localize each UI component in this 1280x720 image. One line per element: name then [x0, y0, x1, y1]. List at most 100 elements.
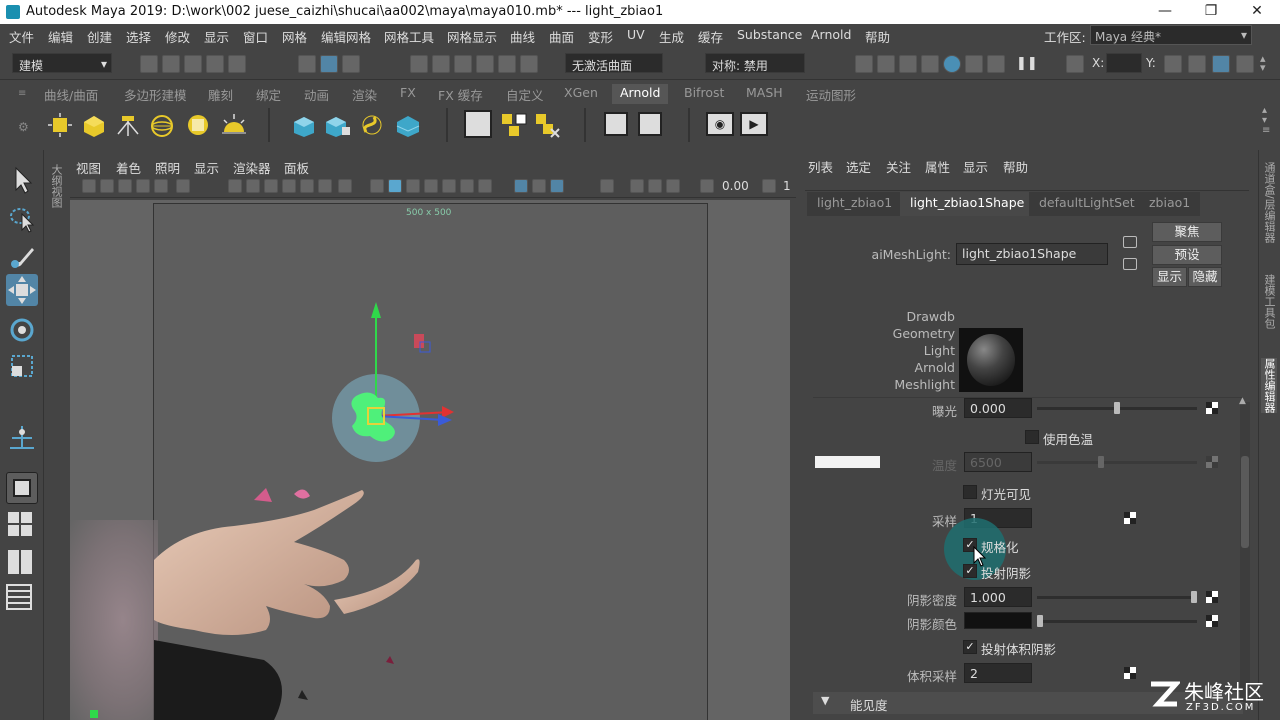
shelf-tab-bifrost[interactable]: Bifrost: [676, 84, 732, 104]
node-name-field[interactable]: light_zbiao1Shape: [956, 243, 1108, 265]
exposure-icon[interactable]: [700, 179, 714, 193]
shelf-scroll-icon[interactable]: ▴ ▾ ≡: [1262, 106, 1270, 136]
snap-view-icon[interactable]: [476, 55, 494, 73]
use-all-lights-icon[interactable]: [460, 179, 474, 193]
four-pane-layout-icon[interactable]: [6, 510, 38, 542]
render-flat-icon[interactable]: [464, 110, 492, 138]
resolution-gate-icon[interactable]: [264, 179, 278, 193]
shadow-density-slider[interactable]: [1037, 596, 1197, 599]
volume-samples-map-button[interactable]: [1124, 667, 1136, 679]
render-view-icon[interactable]: [855, 55, 873, 73]
hide-button[interactable]: 隐藏: [1188, 267, 1222, 287]
light-manager-icon[interactable]: [604, 112, 628, 136]
attribute-editor-toggle-icon[interactable]: [1212, 55, 1230, 73]
select-hierarchy-icon[interactable]: [298, 55, 316, 73]
temperature-slider-handle[interactable]: [1098, 456, 1104, 468]
menu-deform[interactable]: 变形: [588, 27, 613, 46]
material-swatch[interactable]: [959, 328, 1023, 392]
minimize-button[interactable]: —: [1142, 0, 1188, 24]
render-hierarchy-icon[interactable]: [500, 112, 528, 138]
shelf-tab-rendering[interactable]: 渲染: [344, 84, 385, 104]
menu-uv[interactable]: UV: [627, 27, 645, 42]
shelf-tab-animation[interactable]: 动画: [296, 84, 337, 104]
menu-select[interactable]: 选择: [126, 27, 151, 46]
render-setup-icon[interactable]: [987, 55, 1005, 73]
snap-grid-icon[interactable]: [410, 55, 428, 73]
snap-point-icon[interactable]: [454, 55, 472, 73]
select-tool-icon[interactable]: [6, 164, 38, 196]
show-button[interactable]: 显示: [1152, 267, 1187, 287]
gate-mask-icon[interactable]: [282, 179, 296, 193]
light-visible-checkbox[interactable]: [963, 485, 977, 499]
xray-icon[interactable]: [630, 179, 644, 193]
symmetry-dropdown[interactable]: 对称: 禁用: [705, 53, 805, 73]
scale-tool-icon[interactable]: [6, 350, 38, 382]
camera-select-icon[interactable]: [82, 179, 96, 193]
ae-menu-list[interactable]: 列表: [808, 157, 833, 176]
outliner-strip[interactable]: 大纲视图: [46, 154, 68, 720]
vp-menu-view[interactable]: 视图: [76, 158, 101, 177]
shadow-density-map-button[interactable]: [1206, 591, 1218, 603]
isolate-select-icon[interactable]: [600, 179, 614, 193]
export-standin-icon[interactable]: [324, 112, 352, 138]
samples-map-button[interactable]: [1124, 512, 1136, 524]
ae-menu-show[interactable]: 显示: [963, 157, 988, 176]
shelf-tab-fx-cache[interactable]: FX 缓存: [430, 84, 491, 104]
temperature-map-button[interactable]: [1206, 456, 1218, 468]
select-object-icon[interactable]: [320, 55, 338, 73]
cast-shadows-checkbox[interactable]: ✓: [963, 564, 977, 578]
bookmark-icon[interactable]: [118, 179, 132, 193]
output-connection-icon[interactable]: [1123, 258, 1137, 270]
ae-menu-selected[interactable]: 选定: [846, 157, 871, 176]
wireframe-on-shaded-icon[interactable]: [406, 179, 420, 193]
ae-tab-lightset[interactable]: defaultLightSet: [1029, 192, 1145, 216]
shadow-density-field[interactable]: 1.000: [964, 587, 1032, 607]
workspace-dropdown[interactable]: Maya 经典* ▾: [1090, 25, 1252, 45]
shelf-tab-motion-graphics[interactable]: 运动图形: [798, 84, 864, 104]
textured-icon[interactable]: [442, 179, 456, 193]
transform-mode-icon[interactable]: [1066, 55, 1084, 73]
menu-cache[interactable]: 缓存: [698, 27, 723, 46]
shelf-tab-sculpt[interactable]: 雕刻: [200, 84, 241, 104]
vp-menu-panels[interactable]: 面板: [284, 158, 309, 177]
undo-icon[interactable]: [206, 55, 224, 73]
safe-title-icon[interactable]: [338, 179, 352, 193]
x-coord-field[interactable]: [1106, 53, 1142, 73]
character-controls-icon[interactable]: [1188, 55, 1206, 73]
safe-action-icon[interactable]: [318, 179, 332, 193]
vp-menu-renderer[interactable]: 渲染器: [233, 158, 271, 177]
default-material-icon[interactable]: [424, 179, 438, 193]
grid-icon[interactable]: [228, 179, 242, 193]
menu-modify[interactable]: 修改: [165, 27, 190, 46]
paint-select-icon[interactable]: [6, 240, 38, 272]
film-gate-icon[interactable]: [246, 179, 260, 193]
menu-edit[interactable]: 编辑: [48, 27, 73, 46]
close-button[interactable]: ✕: [1234, 0, 1280, 24]
render-view-eye-icon[interactable]: ◉: [706, 112, 734, 136]
new-scene-icon[interactable]: [140, 55, 158, 73]
menu-create[interactable]: 创建: [87, 27, 112, 46]
shadow-color-slider[interactable]: [1037, 620, 1197, 623]
open-scene-icon[interactable]: [162, 55, 180, 73]
ae-tab-zbiao[interactable]: zbiao1: [1139, 192, 1201, 216]
screen-space-ao-icon[interactable]: [514, 179, 528, 193]
ae-menu-attributes[interactable]: 属性: [925, 157, 950, 176]
wireframe-icon[interactable]: [370, 179, 384, 193]
shadows-icon[interactable]: [478, 179, 492, 193]
menu-window[interactable]: 窗口: [243, 27, 268, 46]
create-volume-icon[interactable]: [394, 112, 422, 138]
camera-attributes-icon[interactable]: [100, 179, 114, 193]
modeling-toolkit-icon[interactable]: [1164, 55, 1182, 73]
vp-menu-show[interactable]: 显示: [194, 158, 219, 177]
shadow-density-slider-handle[interactable]: [1191, 591, 1197, 603]
menu-set-dropdown[interactable]: 建模 ▾: [12, 53, 112, 73]
volume-samples-field[interactable]: 2: [964, 663, 1032, 683]
menu-edit-mesh[interactable]: 编辑网格: [321, 27, 371, 46]
menu-mesh-display[interactable]: 网格显示: [447, 27, 497, 46]
last-tool-icon[interactable]: [6, 422, 38, 454]
hand-model[interactable]: [154, 480, 434, 720]
shelf-tab-rigging[interactable]: 绑定: [248, 84, 289, 104]
chevron-scroll-icon[interactable]: ▴ ▾: [1260, 53, 1276, 74]
move-tool-button[interactable]: [6, 274, 38, 306]
viewport-3d[interactable]: 500 x 500: [70, 200, 790, 720]
